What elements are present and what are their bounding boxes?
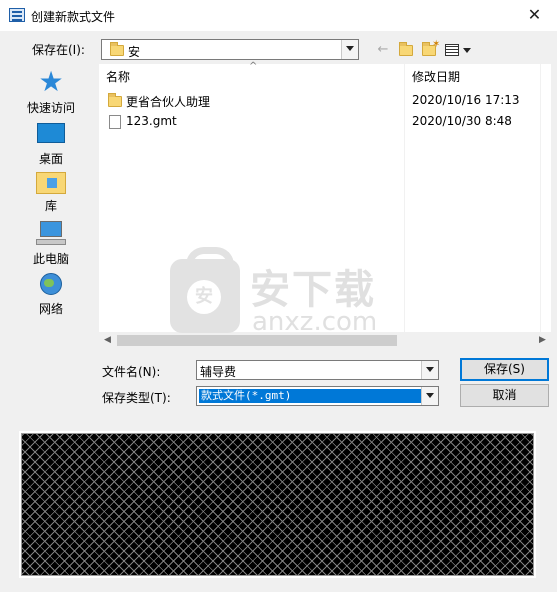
save-button[interactable]: 保存(S) — [460, 358, 549, 381]
app-icon — [9, 8, 25, 22]
up-folder-icon[interactable] — [398, 42, 414, 58]
chevron-down-icon[interactable] — [421, 361, 438, 379]
file-date: 2020/10/30 8:48 — [412, 114, 512, 128]
filename-label: 文件名(N): — [102, 365, 161, 379]
save-in-value: 安 — [128, 45, 141, 59]
save-in-dropdown[interactable]: 安 — [101, 39, 359, 60]
filename-field[interactable]: 辅导费 — [196, 360, 439, 380]
place-label: 库 — [44, 199, 57, 213]
column-header-date[interactable]: 修改日期 — [412, 64, 460, 90]
place-label: 网络 — [38, 302, 63, 316]
window-title: 创建新款式文件 — [31, 10, 116, 24]
new-folder-icon[interactable]: ✶ — [421, 39, 440, 58]
title-bar: 创建新款式文件 ✕ — [0, 0, 557, 31]
folder-icon — [110, 42, 124, 56]
save-in-label: 保存在(I): — [32, 43, 85, 57]
watermark-subtitle: anxz.com — [252, 307, 378, 337]
filetype-label: 保存类型(T): — [102, 391, 171, 405]
view-menu-icon[interactable] — [444, 42, 474, 58]
list-item[interactable]: 更省合伙人助理 2020/10/16 17:13 — [106, 91, 546, 111]
place-label: 桌面 — [38, 152, 63, 166]
place-network[interactable]: 网络 — [20, 273, 82, 317]
star-icon: ★ — [38, 65, 64, 98]
pattern-preview — [19, 431, 536, 578]
place-label: 此电脑 — [32, 252, 69, 266]
desktop-icon — [37, 123, 65, 143]
place-desktop[interactable]: 桌面 — [20, 123, 82, 167]
scroll-left-icon[interactable]: ◀ — [99, 332, 116, 349]
folder-icon — [108, 93, 122, 107]
column-header-name[interactable]: 名称 — [106, 64, 130, 90]
file-name: 更省合伙人助理 — [126, 95, 211, 109]
place-label: 快速访问 — [26, 101, 75, 115]
chevron-down-icon[interactable] — [421, 387, 438, 405]
file-name: 123.gmt — [126, 114, 177, 128]
watermark: 安下载 anxz.com — [170, 247, 400, 339]
watermark-logo-icon — [170, 247, 240, 333]
computer-icon — [36, 221, 66, 247]
network-icon — [38, 273, 64, 297]
filename-value: 辅导费 — [200, 365, 237, 379]
back-arrow-icon[interactable]: ← — [376, 42, 390, 58]
list-item[interactable]: 123.gmt 2020/10/30 8:48 — [106, 112, 546, 132]
file-icon — [109, 115, 121, 129]
library-icon — [36, 172, 66, 194]
place-this-pc[interactable]: 此电脑 — [20, 221, 82, 267]
scroll-right-icon[interactable]: ▶ — [534, 332, 551, 349]
chevron-down-icon[interactable] — [341, 40, 358, 59]
place-library[interactable]: 库 — [20, 172, 82, 214]
place-quick-access[interactable]: ★ 快速访问 — [20, 68, 82, 116]
filetype-value: 款式文件(*.gmt) — [199, 389, 421, 403]
close-button[interactable]: ✕ — [512, 0, 557, 31]
filetype-dropdown[interactable]: 款式文件(*.gmt) — [196, 386, 439, 406]
cancel-button[interactable]: 取消 — [460, 384, 549, 407]
sort-ascending-icon: ^ — [249, 61, 258, 72]
file-date: 2020/10/16 17:13 — [412, 93, 520, 107]
